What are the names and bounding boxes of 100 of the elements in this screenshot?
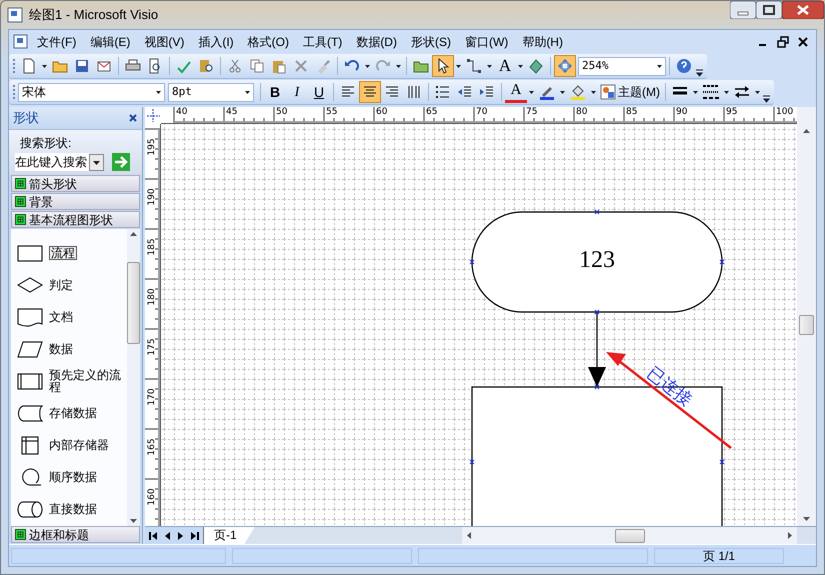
pan-zoom-icon (557, 58, 573, 74)
menu-item[interactable]: 工具(T) (296, 33, 350, 51)
page-tab[interactable]: 页-1 (203, 527, 255, 544)
pan-zoom-button[interactable] (554, 55, 576, 77)
minimize-icon[interactable] (730, 1, 756, 19)
dropdown-caret-icon[interactable] (693, 88, 698, 96)
connector-arrow[interactable] (588, 312, 606, 387)
close-doc-icon[interactable] (796, 35, 810, 49)
maximize-icon[interactable] (756, 1, 782, 19)
scroll-down-icon[interactable] (129, 518, 138, 524)
horizontal-scrollbar[interactable] (462, 527, 797, 544)
close-icon[interactable] (782, 1, 824, 19)
go-arrow-icon[interactable] (112, 153, 130, 171)
dropdown-caret-icon[interactable] (456, 62, 461, 70)
shape-label[interactable]: 判定 (49, 279, 127, 291)
stencil-header[interactable]: 基本流程图形状 (11, 211, 140, 228)
dropdown-caret-icon[interactable] (560, 88, 565, 96)
search-field[interactable]: 在此键入搜索 (15, 153, 89, 171)
previous-page-icon[interactable] (164, 530, 171, 540)
menu-item[interactable]: 形状(S) (404, 33, 458, 51)
stencil-header[interactable]: 背景 (11, 193, 140, 210)
document-shape-icon[interactable] (17, 306, 43, 328)
font-name-field[interactable]: 宋体 (18, 82, 165, 102)
font-color-button[interactable]: A (505, 81, 527, 103)
dropdown-caret-icon[interactable] (365, 62, 370, 70)
dropdown-caret-icon[interactable] (245, 88, 250, 96)
text-tool-button[interactable]: A (494, 55, 516, 77)
new-document-icon (21, 58, 37, 74)
font-size-field[interactable]: 8pt (168, 82, 254, 102)
process-shape-icon[interactable] (17, 242, 43, 264)
pointer-tool-button[interactable] (432, 55, 454, 77)
dropdown-button-icon[interactable] (89, 154, 104, 170)
dropdown-caret-icon[interactable] (529, 88, 534, 96)
grip-icon (12, 84, 16, 100)
shape-label[interactable]: 文档 (49, 311, 127, 323)
ruler-label: 165 (147, 437, 157, 457)
dropdown-caret-icon[interactable] (518, 62, 523, 70)
page-count: 页 1/1 (702, 548, 735, 562)
dropdown-caret-icon[interactable] (755, 88, 760, 96)
menu-item[interactable]: 格式(O) (240, 33, 296, 51)
document-menu-icon[interactable] (12, 33, 30, 51)
next-page-icon[interactable] (177, 530, 184, 540)
scroll-left-icon[interactable] (466, 531, 472, 540)
connection-point-icon (594, 210, 600, 214)
shape-label[interactable]: 存储数据 (49, 407, 127, 419)
predefined-shape-icon[interactable] (17, 370, 43, 392)
scroll-right-icon[interactable] (787, 531, 793, 540)
underline-button[interactable]: U (308, 81, 330, 103)
restore-doc-icon[interactable] (776, 35, 790, 49)
shape-label[interactable]: 预先定义的流程 (49, 369, 127, 393)
scrollbar[interactable] (127, 229, 140, 526)
stencil-icon (15, 529, 26, 540)
ruler-label: 180 (147, 287, 157, 307)
italic-button[interactable]: I (286, 81, 308, 103)
scroll-thumb[interactable] (799, 315, 814, 335)
theme-button[interactable]: 主题(M) (598, 81, 662, 103)
dropdown-caret-icon[interactable] (724, 88, 729, 96)
paste-icon (271, 58, 287, 74)
connection-point-icon (720, 460, 724, 464)
close-icon[interactable] (128, 113, 138, 123)
menu-item[interactable]: 帮助(H) (515, 33, 570, 51)
dropdown-caret-icon[interactable] (156, 88, 161, 96)
dropdown-caret-icon[interactable] (657, 62, 662, 70)
first-page-icon[interactable] (149, 530, 158, 540)
vertical-scrollbar[interactable] (797, 124, 816, 526)
stored-shape-icon[interactable] (17, 402, 43, 424)
menu-item[interactable]: 文件(F) (30, 33, 84, 51)
last-page-icon[interactable] (190, 530, 199, 540)
menu-item[interactable]: 窗口(W) (458, 33, 516, 51)
shape-label[interactable]: 顺序数据 (49, 471, 127, 483)
data-shape-icon[interactable] (17, 338, 43, 360)
align-center-button[interactable] (359, 81, 381, 103)
menu-item[interactable]: 视图(V) (137, 33, 192, 51)
scroll-up-icon[interactable] (129, 231, 138, 237)
ruler-label: 160 (147, 487, 157, 507)
menu-item[interactable]: 数据(D) (349, 33, 404, 51)
direct-shape-icon[interactable] (17, 498, 43, 520)
scroll-thumb[interactable] (614, 528, 644, 542)
shape-label[interactable]: 流程 (49, 246, 77, 260)
dropdown-caret-icon[interactable] (487, 62, 492, 70)
shape-label[interactable]: 数据 (49, 343, 127, 355)
decision-shape-icon[interactable] (17, 274, 43, 296)
connection-point-icon (594, 310, 600, 314)
stencil-header[interactable]: 边框和标题 (11, 526, 140, 543)
menu-item[interactable]: 插入(I) (191, 33, 241, 51)
annotation-text: 已连接 (642, 362, 697, 412)
shape-label[interactable]: 内部存储器 (49, 439, 127, 451)
scroll-up-icon[interactable] (802, 128, 811, 134)
scroll-down-icon[interactable] (802, 516, 811, 522)
dropdown-caret-icon[interactable] (42, 62, 47, 70)
stencil-header[interactable]: 箭头形状 (11, 175, 140, 192)
terminator-shape[interactable] (471, 211, 723, 313)
dropdown-caret-icon[interactable] (591, 88, 596, 96)
scroll-thumb[interactable] (127, 262, 140, 344)
menu-item[interactable]: 编辑(E) (83, 33, 138, 51)
zoom-field[interactable]: 254% (578, 56, 666, 76)
shape-label[interactable]: 直接数据 (49, 503, 127, 515)
connection-point-icon (470, 260, 474, 264)
dropdown-caret-icon[interactable] (396, 62, 401, 70)
bold-button[interactable]: B (264, 81, 286, 103)
